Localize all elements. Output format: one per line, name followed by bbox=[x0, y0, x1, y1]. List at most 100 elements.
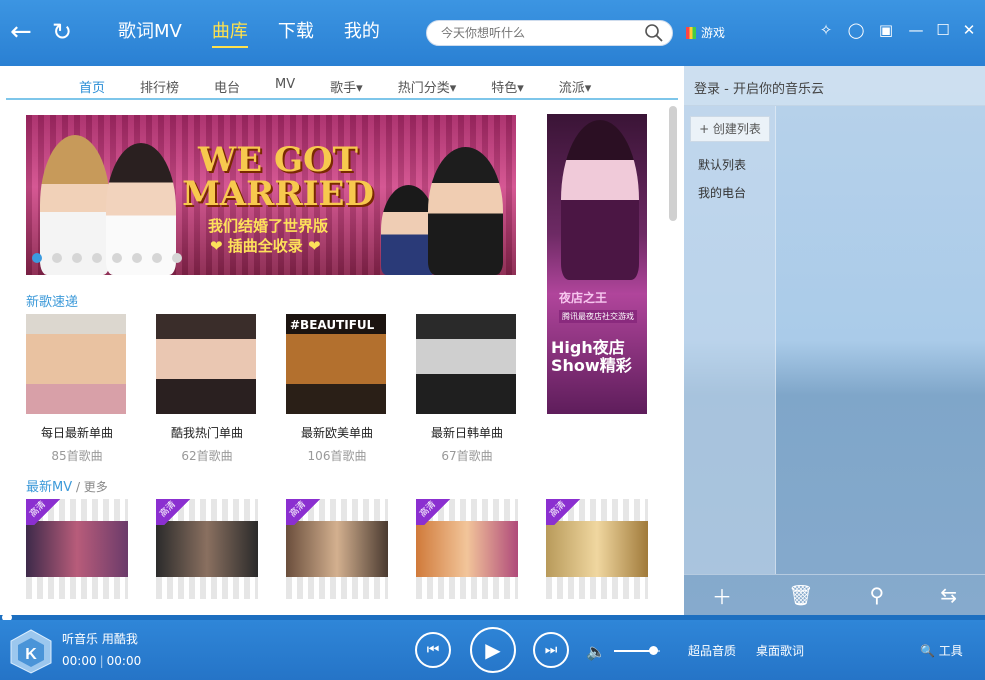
mv-card[interactable]: 高清 bbox=[156, 499, 258, 599]
close-icon[interactable]: ✕ bbox=[958, 20, 980, 40]
playlist-toolbar: ＋ 🗑 ⚲ ⇆ bbox=[684, 574, 985, 615]
subnav-charts[interactable]: 排行榜 bbox=[140, 77, 179, 96]
game-icon bbox=[686, 26, 696, 39]
side-ad[interactable]: 夜店之王 腾讯最夜店社交游戏 High夜店 Show精彩 bbox=[547, 114, 647, 414]
search-input[interactable] bbox=[441, 21, 651, 45]
volume-icon[interactable]: 🔈 bbox=[586, 642, 606, 661]
album-name[interactable]: 每日最新单曲 bbox=[26, 424, 128, 441]
kuwo-logo: K bbox=[10, 629, 52, 674]
banner-dot[interactable] bbox=[152, 253, 162, 263]
banner-dot[interactable] bbox=[92, 253, 102, 263]
subnav-featured[interactable]: 特色▾ bbox=[491, 77, 524, 96]
tools-label: 工具 bbox=[938, 644, 963, 658]
album-cover[interactable]: #BEAUTIFUL bbox=[286, 314, 386, 414]
maximize-icon[interactable]: ☐ bbox=[932, 20, 954, 40]
banner-dot[interactable] bbox=[112, 253, 122, 263]
tools-button[interactable]: 🔍 工具 bbox=[920, 642, 963, 659]
mini-mode-icon[interactable]: ✧ bbox=[815, 20, 837, 40]
album-cover[interactable] bbox=[156, 314, 256, 414]
mv-more-link[interactable]: / 更多 bbox=[72, 480, 108, 494]
tab-lyrics-mv[interactable]: 歌词MV bbox=[118, 20, 182, 48]
playlist-sidebar: 登录 - 开启你的音乐云 + 创建列表 默认列表 我的电台 ＋ 🗑 ⚲ ⇆ bbox=[684, 66, 985, 615]
create-list-button[interactable]: + 创建列表 bbox=[690, 116, 770, 142]
mv-thumbnail[interactable] bbox=[156, 521, 258, 577]
banner-dot[interactable] bbox=[52, 253, 62, 263]
section-title-new-songs[interactable]: 新歌速递 bbox=[26, 291, 78, 310]
tab-download[interactable]: 下载 bbox=[278, 20, 314, 48]
album-name[interactable]: 最新日韩单曲 bbox=[416, 424, 518, 441]
album-card[interactable]: #BEAUTIFUL 最新欧美单曲 106首歌曲 bbox=[286, 314, 388, 464]
album-cover[interactable] bbox=[416, 314, 516, 414]
banner-person bbox=[428, 147, 503, 275]
banner-dot[interactable] bbox=[172, 253, 182, 263]
hd-badge: 高清 bbox=[546, 499, 582, 525]
mv-thumbnail[interactable] bbox=[416, 521, 518, 577]
play-button[interactable]: ▶ bbox=[470, 627, 516, 673]
hd-badge: 高清 bbox=[156, 499, 192, 525]
mv-card[interactable]: 高清 bbox=[26, 499, 128, 599]
ad-person bbox=[561, 120, 639, 280]
banner-subtitle: 我们结婚了世界版 bbox=[208, 217, 329, 235]
tab-library[interactable]: 曲库 bbox=[211, 20, 248, 48]
back-arrow-icon[interactable]: ← bbox=[10, 18, 32, 46]
previous-button[interactable]: ⏮ bbox=[415, 632, 451, 668]
tools-icon: 🔍 bbox=[920, 644, 935, 658]
mv-thumbnail[interactable] bbox=[286, 521, 388, 577]
album-count: 67首歌曲 bbox=[441, 449, 493, 463]
banner-we-got-married[interactable]: WE GOT MARRIED 我们结婚了世界版 ❤ 插曲全收录 ❤ bbox=[26, 115, 516, 275]
search-list-icon[interactable]: ⚲ bbox=[870, 583, 885, 607]
section-title-mv: 最新MV / 更多 bbox=[26, 476, 108, 495]
player-bar: K 听音乐 用酷我 00:00 | 00:00 ⏮ ▶ ⏭ 🔈 超品音质 桌面歌词 … bbox=[0, 620, 985, 680]
quality-button[interactable]: 超品音质 bbox=[688, 642, 736, 659]
album-card[interactable]: 酷我热门单曲 62首歌曲 bbox=[156, 314, 258, 464]
skin-icon[interactable]: ◯ bbox=[845, 20, 867, 40]
banner-dot[interactable] bbox=[32, 253, 42, 263]
banner-pagination bbox=[32, 253, 182, 263]
album-count: 85首歌曲 bbox=[51, 449, 103, 463]
album-card[interactable]: 最新日韩单曲 67首歌曲 bbox=[416, 314, 518, 464]
delete-icon[interactable]: 🗑 bbox=[788, 583, 813, 607]
hd-badge: 高清 bbox=[26, 499, 62, 525]
volume-knob[interactable] bbox=[649, 646, 659, 655]
search-box bbox=[426, 20, 673, 46]
subnav-genres[interactable]: 流派▾ bbox=[559, 77, 592, 96]
subnav-radio[interactable]: 电台 bbox=[214, 77, 240, 96]
loop-mode-icon[interactable]: ⇆ bbox=[940, 583, 957, 607]
next-button[interactable]: ⏭ bbox=[533, 632, 569, 668]
minimize-icon[interactable]: — bbox=[905, 20, 927, 40]
menu-icon[interactable]: ▣ bbox=[875, 20, 897, 40]
list-item-default[interactable]: 默认列表 bbox=[698, 156, 746, 173]
list-item-my-radio[interactable]: 我的电台 bbox=[698, 184, 746, 201]
album-name[interactable]: 最新欧美单曲 bbox=[286, 424, 388, 441]
tab-mine[interactable]: 我的 bbox=[344, 20, 380, 48]
banner-dot[interactable] bbox=[132, 253, 142, 263]
desktop-lyrics-button[interactable]: 桌面歌词 bbox=[756, 642, 804, 659]
subnav-home[interactable]: 首页 bbox=[79, 77, 105, 96]
mv-card[interactable]: 高清 bbox=[416, 499, 518, 599]
subnav-mv[interactable]: MV bbox=[275, 77, 295, 96]
mv-card[interactable]: 高清 bbox=[286, 499, 388, 599]
login-text[interactable]: 登录 - 开启你的音乐云 bbox=[694, 78, 824, 97]
login-bar[interactable]: 登录 - 开启你的音乐云 bbox=[684, 66, 985, 106]
mv-title[interactable]: 最新MV bbox=[26, 480, 72, 495]
volume-slider[interactable] bbox=[614, 646, 660, 655]
mv-card[interactable]: 高清 bbox=[546, 499, 648, 599]
banner-dot[interactable] bbox=[72, 253, 82, 263]
mv-thumbnail[interactable] bbox=[546, 521, 648, 577]
ad-subtitle: 腾讯最夜店社交游戏 bbox=[559, 310, 637, 323]
subnav-divider bbox=[6, 98, 678, 100]
mv-thumbnail[interactable] bbox=[26, 521, 128, 577]
game-label: 游戏 bbox=[701, 26, 726, 40]
refresh-icon[interactable]: ↻ bbox=[52, 18, 72, 46]
album-name[interactable]: 酷我热门单曲 bbox=[156, 424, 258, 441]
playlist-list: + 创建列表 默认列表 我的电台 bbox=[684, 106, 776, 574]
album-card[interactable]: 每日最新单曲 85首歌曲 bbox=[26, 314, 128, 464]
subnav-artists[interactable]: 歌手▾ bbox=[330, 77, 363, 96]
content-scrollbar[interactable] bbox=[669, 106, 677, 221]
subnav-categories[interactable]: 热门分类▾ bbox=[398, 77, 457, 96]
game-link[interactable]: 游戏 bbox=[686, 24, 725, 41]
add-icon[interactable]: ＋ bbox=[712, 581, 732, 610]
search-icon[interactable] bbox=[644, 23, 664, 43]
main-nav: 歌词MV 曲库 下载 我的 bbox=[118, 20, 380, 48]
album-cover[interactable] bbox=[26, 314, 126, 414]
